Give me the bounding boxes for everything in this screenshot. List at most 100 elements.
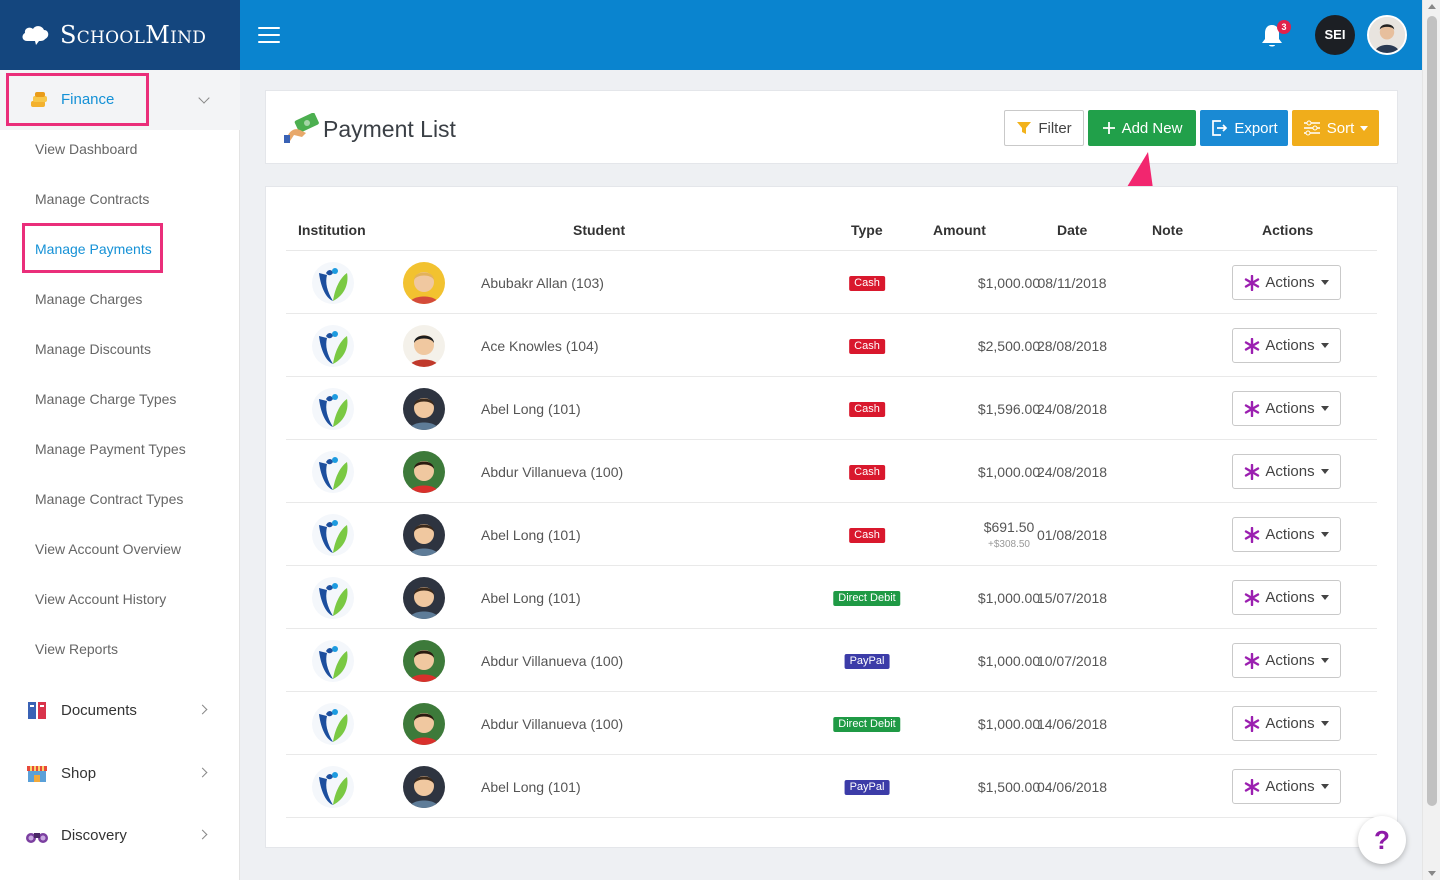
add-new-button[interactable]: Add New (1088, 110, 1196, 146)
scroll-up-icon[interactable] (1428, 4, 1436, 9)
sidebar-item-view-reports[interactable]: View Reports (35, 641, 118, 657)
student-avatar[interactable] (403, 703, 445, 745)
actions-button-label: Actions (1265, 337, 1315, 354)
user-profile-avatar[interactable] (1367, 15, 1407, 55)
actions-button-label: Actions (1265, 400, 1315, 417)
sidebar-item-manage-discounts[interactable]: Manage Discounts (35, 341, 151, 357)
row-actions-button[interactable]: Actions (1232, 517, 1341, 552)
asterisk-icon (1245, 715, 1260, 732)
column-header-institution[interactable]: Institution (298, 222, 366, 238)
row-actions-button[interactable]: Actions (1232, 580, 1341, 615)
row-actions-button[interactable]: Actions (1232, 391, 1341, 426)
actions-button-label: Actions (1265, 589, 1315, 606)
payment-date: 24/08/2018 (1036, 464, 1108, 480)
filter-button-label: Filter (1038, 119, 1072, 137)
actions-button-label: Actions (1265, 463, 1315, 480)
help-button[interactable]: ? (1358, 816, 1406, 864)
student-avatar[interactable] (403, 451, 445, 493)
table-row: Ace Knowles (104) Cash $2,500.00 28/08/2… (286, 314, 1377, 377)
filter-button[interactable]: Filter (1004, 110, 1084, 146)
sidebar-item-manage-charge-types[interactable]: Manage Charge Types (35, 391, 176, 407)
top-bar: 3 SEI (240, 0, 1422, 70)
student-name[interactable]: Abdur Villanueva (100) (481, 653, 623, 669)
student-name[interactable]: Ace Knowles (104) (481, 338, 599, 354)
sidebar-item-manage-contracts[interactable]: Manage Contracts (35, 191, 149, 207)
caret-down-icon (1320, 343, 1329, 348)
column-header-note[interactable]: Note (1152, 222, 1183, 238)
sidebar-item-manage-contract-types[interactable]: Manage Contract Types (35, 491, 183, 507)
student-name[interactable]: Abubakr Allan (103) (481, 275, 604, 291)
row-actions-button[interactable]: Actions (1232, 643, 1341, 678)
chevron-right-icon (197, 829, 208, 840)
sidebar-item-view-account-overview[interactable]: View Account Overview (35, 541, 181, 557)
student-name[interactable]: Abel Long (101) (481, 527, 581, 543)
institution-logo-icon (312, 766, 354, 808)
student-name[interactable]: Abdur Villanueva (100) (481, 716, 623, 732)
table-row: Abel Long (101) Cash $1,596.00 24/08/201… (286, 377, 1377, 440)
brand-logo[interactable]: SchoolMind (0, 0, 240, 70)
payment-type-badge: Cash (849, 276, 885, 291)
table-row: Abel Long (101) PayPal $1,500.00 04/06/2… (286, 755, 1377, 818)
student-avatar[interactable] (403, 388, 445, 430)
institution-logo-icon (312, 262, 354, 304)
chevron-right-icon (197, 767, 208, 778)
student-avatar[interactable] (403, 577, 445, 619)
sidebar-item-view-account-history[interactable]: View Account History (35, 591, 166, 607)
sliders-icon (1303, 120, 1321, 136)
add-new-button-label: Add New (1121, 119, 1183, 137)
column-header-student[interactable]: Student (573, 222, 625, 238)
student-avatar[interactable] (403, 325, 445, 367)
sidebar-item-manage-payments[interactable]: Manage Payments (35, 241, 152, 257)
scroll-down-icon[interactable] (1428, 871, 1436, 876)
finance-highlight-box: Finance (6, 73, 149, 126)
sidebar-item-manage-payment-types[interactable]: Manage Payment Types (35, 441, 186, 457)
student-avatar[interactable] (403, 514, 445, 556)
shop-icon (27, 766, 47, 782)
chevron-right-icon (197, 704, 208, 715)
payment-type-badge: Direct Debit (833, 717, 901, 732)
sidebar-item-discovery[interactable]: Discovery (25, 820, 220, 850)
asterisk-icon (1245, 526, 1260, 543)
payment-type-badge: Direct Debit (833, 591, 901, 606)
student-name[interactable]: Abel Long (101) (481, 401, 581, 417)
institution-logo-icon (312, 388, 354, 430)
student-name[interactable]: Abdur Villanueva (100) (481, 464, 623, 480)
sort-button[interactable]: Sort (1292, 110, 1379, 146)
payment-date: 28/08/2018 (1036, 338, 1108, 354)
column-header-actions: Actions (1262, 222, 1314, 238)
row-actions-button[interactable]: Actions (1232, 265, 1341, 300)
row-actions-button[interactable]: Actions (1232, 706, 1341, 741)
sidebar-item-shop[interactable]: Shop (25, 758, 220, 788)
student-name[interactable]: Abel Long (101) (481, 779, 581, 795)
column-header-type[interactable]: Type (851, 222, 883, 238)
student-avatar[interactable] (403, 766, 445, 808)
caret-down-icon (1320, 721, 1329, 726)
payment-type-badge: Cash (849, 402, 885, 417)
student-avatar[interactable] (403, 262, 445, 304)
table-row: Abel Long (101) Cash $691.50 +$308.50 01… (286, 503, 1377, 566)
payment-type-badge: PayPal (844, 654, 890, 669)
caret-down-icon (1320, 595, 1329, 600)
sidebar-item-manage-charges[interactable]: Manage Charges (35, 291, 142, 307)
row-actions-button[interactable]: Actions (1232, 454, 1341, 489)
sidebar-item-documents[interactable]: Documents (25, 695, 220, 725)
sidebar-item-label: Finance (61, 91, 115, 108)
page-scrollbar[interactable] (1422, 0, 1440, 880)
scrollbar-thumb[interactable] (1427, 16, 1437, 806)
payment-type-badge: Cash (849, 528, 885, 543)
user-initials-avatar[interactable]: SEI (1315, 15, 1355, 55)
sidebar-item-finance[interactable]: Finance (0, 70, 240, 130)
column-header-date[interactable]: Date (1057, 222, 1087, 238)
actions-button-label: Actions (1265, 778, 1315, 795)
export-button[interactable]: Export (1200, 110, 1288, 146)
menu-toggle-icon[interactable] (258, 27, 280, 43)
column-header-amount[interactable]: Amount (933, 222, 986, 238)
sidebar-item-view-dashboard[interactable]: View Dashboard (35, 141, 137, 157)
row-actions-button[interactable]: Actions (1232, 769, 1341, 804)
student-name[interactable]: Abel Long (101) (481, 590, 581, 606)
payment-type-badge: Cash (849, 465, 885, 480)
table-row: Abubakr Allan (103) Cash $1,000.00 08/11… (286, 251, 1377, 314)
chevron-down-icon (198, 92, 210, 104)
row-actions-button[interactable]: Actions (1232, 328, 1341, 363)
student-avatar[interactable] (403, 640, 445, 682)
